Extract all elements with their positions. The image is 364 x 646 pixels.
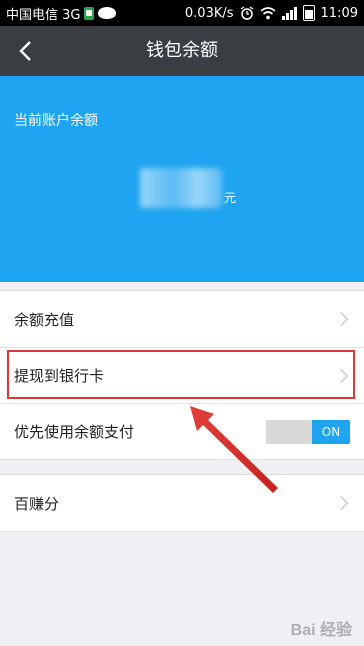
toggle-on-label: ON (312, 419, 350, 444)
balance-panel: 当前账户余额 元 (0, 76, 364, 282)
prefer-balance-toggle[interactable]: ON (266, 419, 350, 444)
signal-strength-icon (281, 6, 297, 20)
wifi-icon (260, 6, 276, 19)
status-right: 0.03K/s 11:09 (185, 5, 358, 21)
menu-item-prefer-balance: 优先使用余额支付 ON (0, 403, 364, 459)
page-title: 钱包余额 (146, 40, 218, 61)
navigation-bar: 钱包余额 (0, 26, 364, 76)
status-left: 中国电信 3G (6, 4, 117, 23)
menu-item-label: 百赚分 (14, 494, 60, 513)
watermark: Bai 经验 (290, 622, 352, 639)
chevron-right-icon (333, 495, 349, 511)
chevron-right-icon (333, 311, 349, 327)
alarm-icon (240, 6, 253, 20)
blurred-amount (140, 168, 222, 208)
status-bar: 中国电信 3G 0.03K/s 11:09 (0, 0, 364, 26)
sim-card-icon (84, 6, 95, 20)
menu-item-points[interactable]: 百赚分 (0, 475, 364, 531)
toggle-track (266, 419, 312, 444)
menu-item-label: 优先使用余额支付 (14, 423, 135, 441)
back-button[interactable] (8, 34, 42, 68)
currency-unit: 元 (224, 191, 237, 205)
menu-item-recharge[interactable]: 余额充值 (0, 291, 364, 347)
network-speed: 0.03K/s (184, 5, 234, 21)
balance-amount: 元 (140, 168, 236, 208)
clock-time: 11:09 (320, 5, 358, 21)
battery-icon (302, 5, 315, 21)
chat-notification-icon (98, 7, 117, 19)
carrier-label: 中国电信 3G (6, 7, 81, 23)
chevron-left-icon (19, 41, 31, 61)
balance-label: 当前账户余额 (14, 113, 98, 129)
menu-group-points: 百赚分 (0, 474, 364, 532)
menu-item-label: 余额充值 (14, 310, 75, 329)
highlight-annotation-box (7, 350, 355, 399)
